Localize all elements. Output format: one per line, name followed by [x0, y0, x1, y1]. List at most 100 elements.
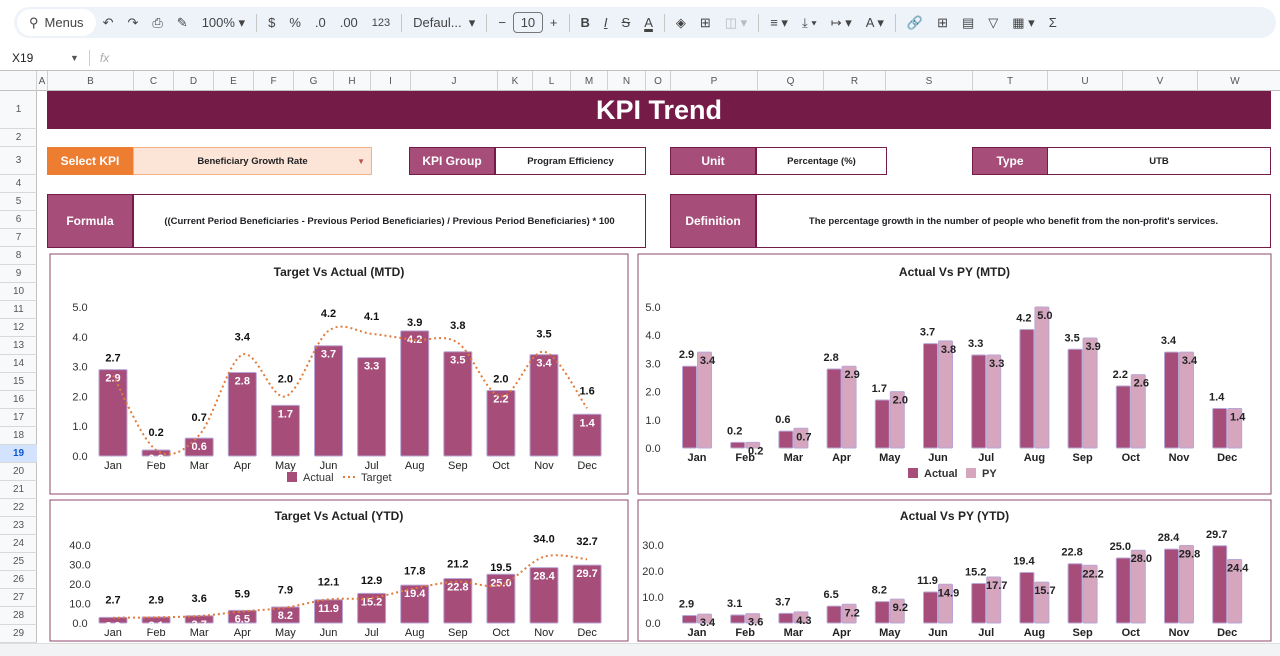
x-tick-label: Jul [978, 452, 994, 464]
data-label-py: 3.4 [700, 617, 716, 629]
x-tick-label: Sep [448, 460, 468, 472]
data-label-target: 2.7 [105, 353, 120, 365]
data-label-py: 3.8 [941, 344, 956, 356]
data-label-py: 3.3 [989, 358, 1004, 370]
data-label-py: 9.2 [893, 602, 908, 614]
y-tick-label: 1.0 [645, 415, 660, 427]
data-label-actual: 2.9 [679, 598, 694, 610]
data-label-actual: 3.4 [536, 358, 552, 370]
data-label-actual: 4.2 [1016, 313, 1031, 325]
y-tick-label: 2.0 [72, 391, 87, 403]
legend-label-py: PY [982, 468, 997, 480]
data-label-actual: 1.4 [579, 417, 595, 429]
data-label-actual: 25.0 [1110, 541, 1131, 553]
data-label-actual: 3.1 [727, 598, 742, 610]
y-tick-label: 30.0 [642, 540, 663, 552]
bar-actual [972, 583, 986, 623]
bar-actual [1116, 558, 1130, 623]
y-tick-label: 20.0 [642, 566, 663, 578]
x-tick-label: Dec [1217, 627, 1237, 639]
data-label-target: 1.6 [579, 385, 594, 397]
bar-py [939, 341, 953, 448]
bar-actual [1165, 352, 1179, 448]
bar-actual [683, 366, 697, 448]
x-tick-label: Aug [405, 627, 425, 639]
data-label-py: 4.3 [796, 615, 811, 627]
bar-actual [530, 355, 558, 456]
data-label-target: 0.2 [148, 427, 163, 439]
x-tick-label: Aug [1024, 627, 1045, 639]
chart-title: Target Vs Actual (MTD) [274, 265, 405, 279]
data-label-actual: 3.7 [192, 619, 207, 631]
x-tick-label: Jun [928, 452, 948, 464]
x-tick-label: Apr [234, 627, 251, 639]
x-tick-label: Dec [577, 627, 597, 639]
data-label-actual: 8.2 [278, 610, 293, 622]
data-label-actual: 0.6 [775, 414, 790, 426]
data-label-actual: 22.8 [447, 582, 468, 594]
x-tick-label: Mar [190, 460, 209, 472]
x-tick-label: Sep [1073, 627, 1093, 639]
data-label-actual: 3.5 [1064, 332, 1079, 344]
data-label-target: 21.2 [447, 559, 468, 571]
bar-actual [731, 615, 745, 623]
data-label-py: 1.4 [1230, 412, 1246, 424]
charts-layer: Target Vs Actual (MTD)0.01.02.03.04.05.0… [0, 0, 1280, 643]
y-tick-label: 20.0 [69, 579, 90, 591]
data-label-py: 3.4 [1182, 355, 1198, 367]
data-label-py: 17.7 [986, 580, 1007, 592]
bar-actual [444, 352, 472, 456]
legend-swatch-py [966, 468, 976, 478]
data-label-target: 2.0 [493, 373, 508, 385]
data-label-target: 4.1 [364, 311, 379, 323]
data-label-actual: 2.2 [493, 393, 508, 405]
x-tick-label: Sep [448, 627, 468, 639]
data-label-actual: 1.7 [278, 408, 293, 420]
x-tick-label: Jun [320, 627, 338, 639]
bar-actual [875, 602, 889, 623]
bar-actual [779, 431, 793, 448]
bar-actual [827, 369, 841, 448]
x-tick-label: Mar [784, 452, 804, 464]
x-tick-label: Nov [1169, 627, 1191, 639]
data-label-target: 34.0 [533, 534, 554, 546]
horizontal-scrollbar[interactable] [0, 643, 1280, 656]
chart-title: Actual Vs PY (YTD) [900, 509, 1009, 523]
data-label-py: 2.9 [844, 369, 859, 381]
data-label-target: 19.5 [490, 562, 511, 574]
bar-actual [1020, 330, 1034, 448]
y-tick-label: 40.0 [69, 540, 90, 552]
data-label-actual: 1.4 [1209, 392, 1225, 404]
x-tick-label: May [879, 627, 901, 639]
x-tick-label: Mar [784, 627, 804, 639]
y-tick-label: 30.0 [69, 560, 90, 572]
data-label-target: 12.9 [361, 575, 382, 587]
data-label-actual: 22.8 [1061, 547, 1082, 559]
x-tick-label: Sep [1073, 452, 1093, 464]
y-tick-label: 2.0 [645, 387, 660, 399]
legend-label-actual: Actual [924, 468, 958, 480]
data-label-target: 12.1 [318, 576, 339, 588]
data-label-py: 7.2 [844, 607, 859, 619]
x-tick-label: Oct [492, 627, 509, 639]
x-tick-label: Dec [1217, 452, 1237, 464]
y-tick-label: 5.0 [645, 302, 660, 314]
y-tick-label: 4.0 [645, 330, 660, 342]
data-label-target: 4.2 [321, 308, 336, 320]
legend-swatch-actual [287, 472, 297, 482]
x-tick-label: Feb [735, 627, 755, 639]
data-label-py: 15.7 [1034, 585, 1055, 597]
bar-actual [972, 355, 986, 448]
data-label-py: 22.2 [1082, 568, 1103, 580]
bar-actual [1165, 549, 1179, 623]
bar-actual [1020, 573, 1034, 623]
x-tick-label: Jan [104, 460, 122, 472]
data-label-actual: 3.3 [968, 338, 983, 350]
data-label-actual: 3.7 [775, 596, 790, 608]
data-label-actual: 19.4 [1013, 556, 1035, 568]
data-label-actual: 6.5 [235, 613, 250, 625]
data-label-py: 14.9 [938, 587, 959, 599]
y-tick-label: 3.0 [72, 362, 87, 374]
x-tick-label: Oct [1122, 627, 1141, 639]
data-label-py: 28.0 [1131, 553, 1152, 565]
